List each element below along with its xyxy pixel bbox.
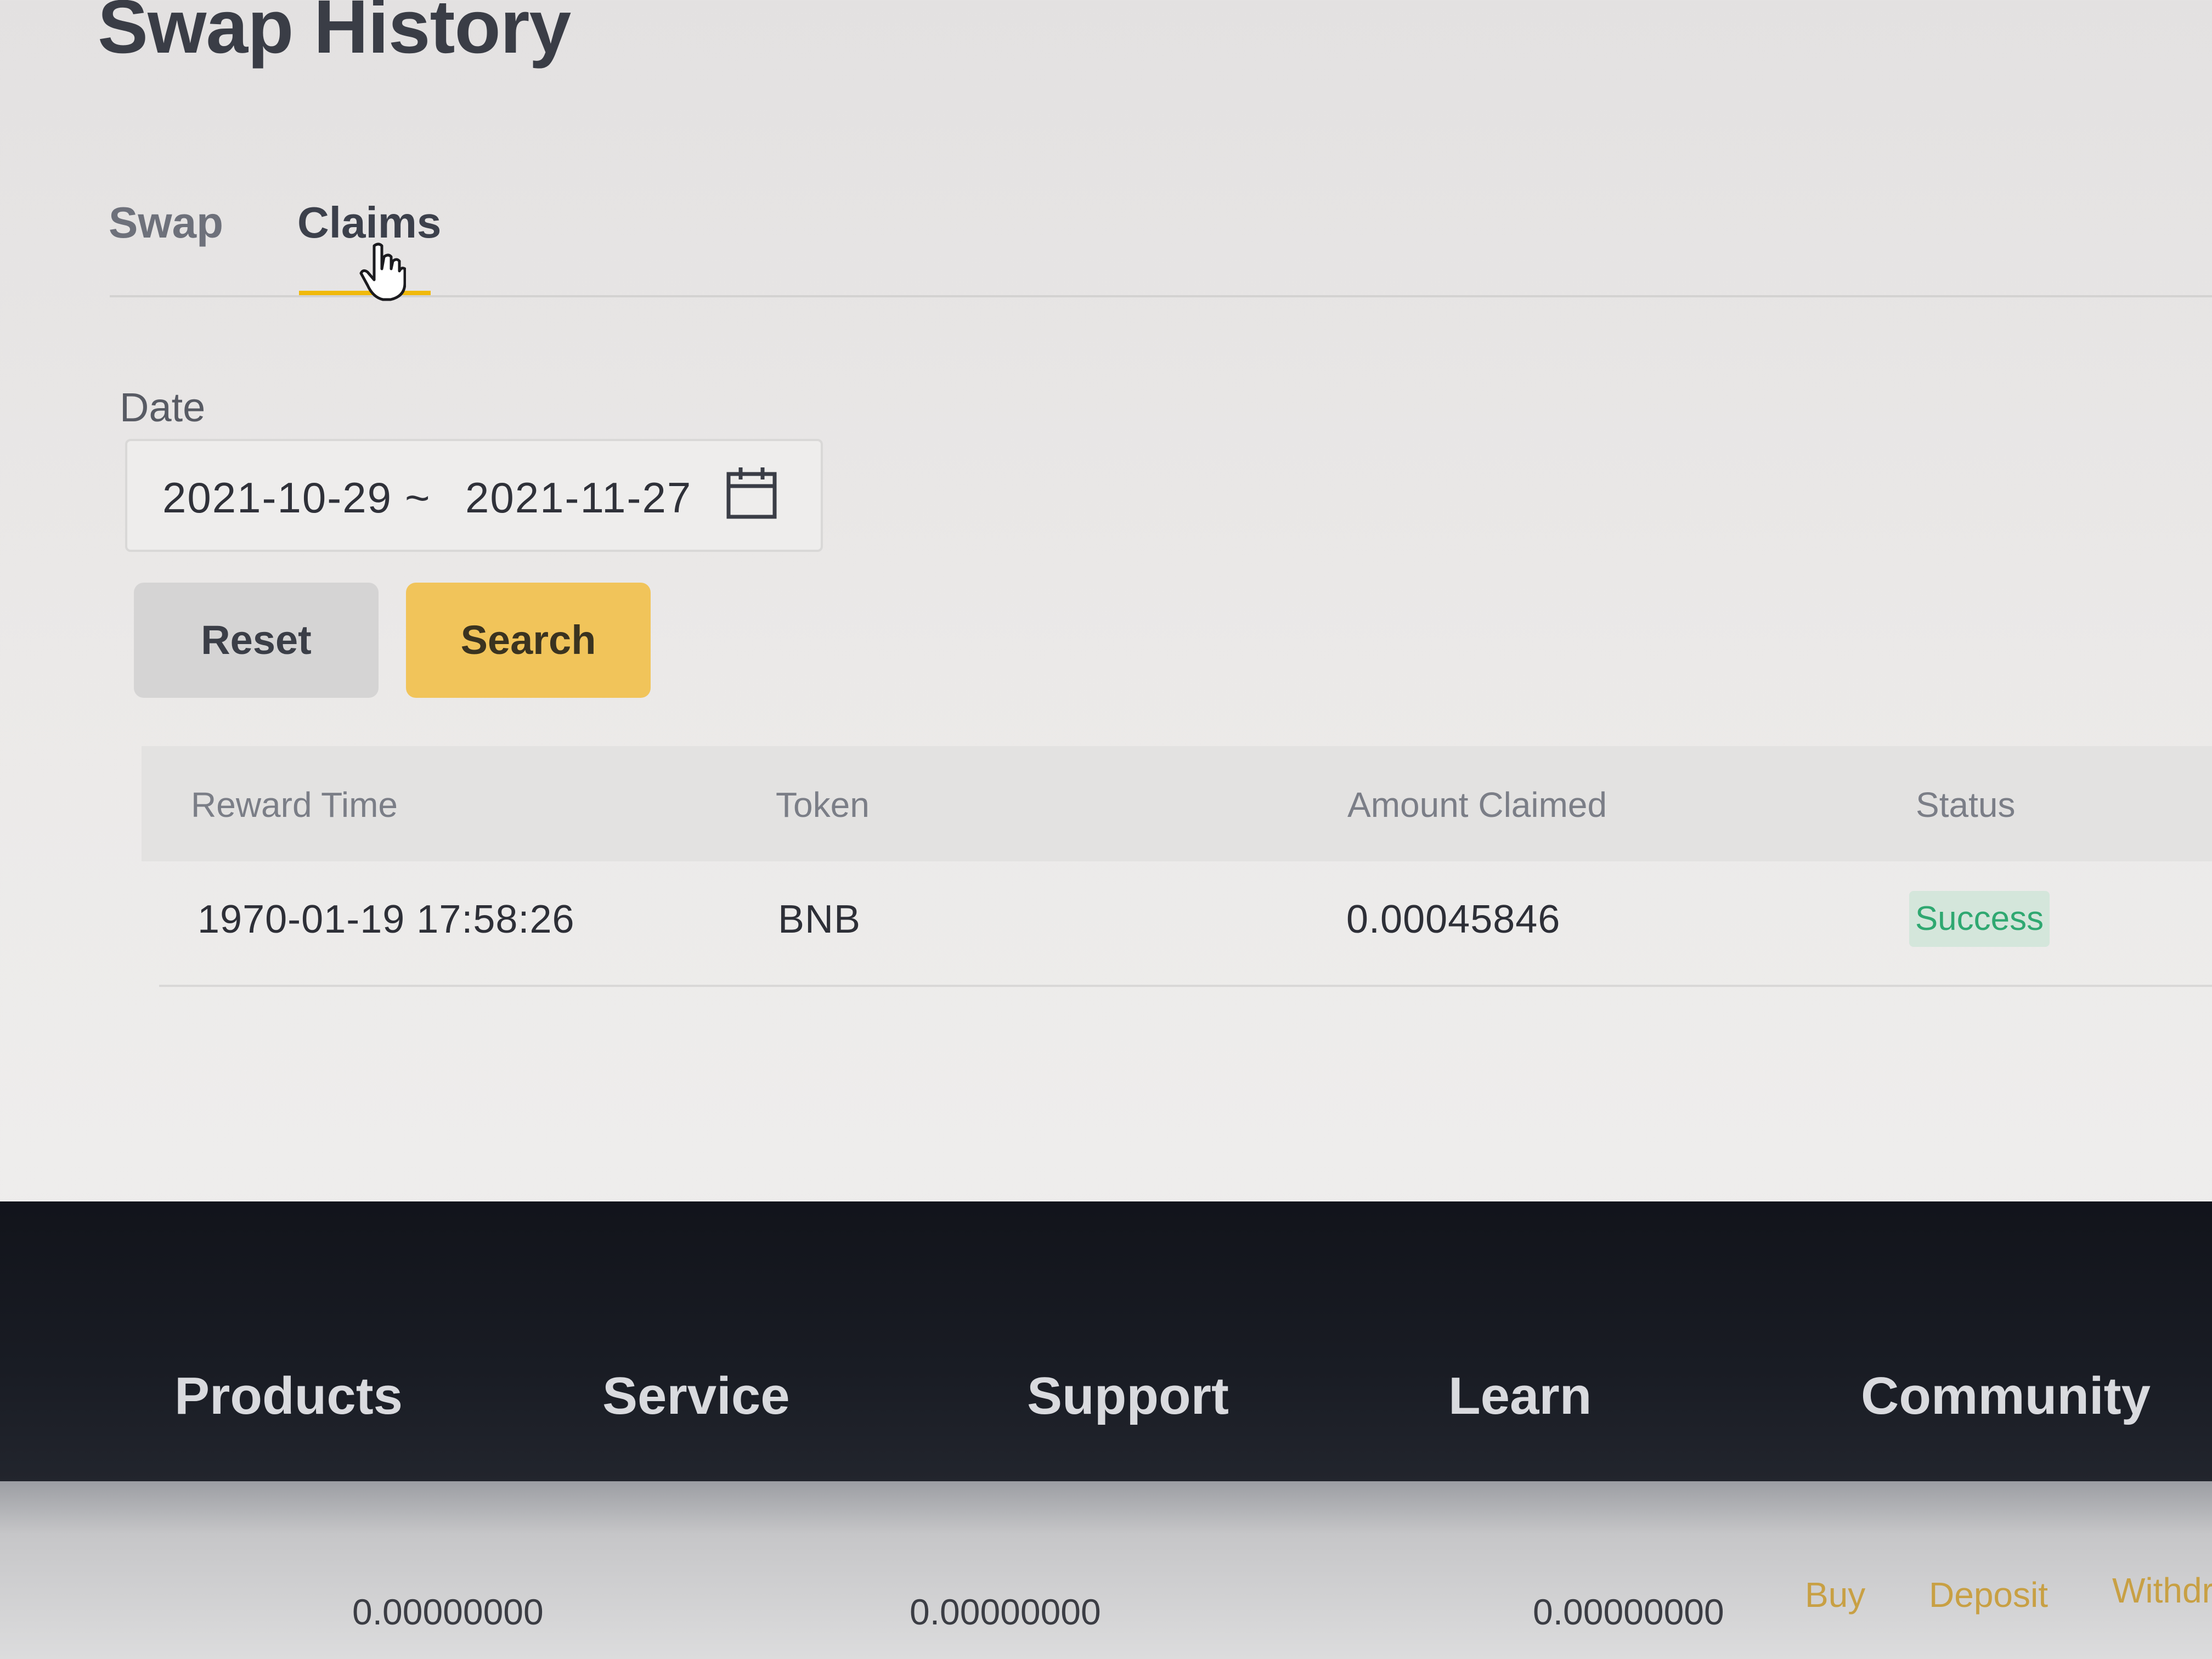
reward-time-cell: 1970-01-19 17:58:26 — [198, 898, 575, 941]
start-date[interactable]: 2021-10-29 — [162, 473, 392, 523]
status-badge: Success — [1909, 891, 2050, 947]
footer-link-support[interactable]: Support — [1027, 1366, 1229, 1426]
balance-value: 0.00000000 — [352, 1592, 544, 1632]
calendar-icon[interactable] — [724, 466, 779, 521]
table-row-divider — [159, 985, 2212, 987]
balance-value: 0.00000000 — [910, 1592, 1101, 1632]
balance-value: 0.00000000 — [1533, 1592, 1724, 1632]
reset-button[interactable]: Reset — [134, 583, 379, 698]
date-separator: ~ — [405, 473, 430, 522]
wallet-balance-row — [0, 1481, 2212, 1659]
footer-nav — [0, 1201, 2212, 1481]
deposit-link[interactable]: Deposit — [1929, 1575, 2048, 1615]
amount-claimed-cell: 0.00045846 — [1346, 898, 1561, 941]
buy-link[interactable]: Buy — [1805, 1575, 1865, 1615]
column-header-status: Status — [1916, 785, 2016, 825]
page-title: Swap History — [98, 0, 571, 69]
column-header-reward-time: Reward Time — [191, 785, 398, 825]
token-cell: BNB — [778, 898, 861, 941]
hand-cursor-icon — [359, 242, 406, 301]
date-label: Date — [120, 385, 206, 430]
end-date[interactable]: 2021-11-27 — [465, 473, 692, 523]
table-header — [142, 746, 2212, 861]
tabs-divider — [110, 295, 2212, 297]
column-header-amount-claimed: Amount Claimed — [1347, 785, 1607, 825]
column-header-token: Token — [776, 785, 870, 825]
withdraw-link[interactable]: Withdr — [2112, 1570, 2212, 1611]
search-button[interactable]: Search — [406, 583, 651, 698]
footer-link-products[interactable]: Products — [174, 1366, 403, 1426]
footer-link-learn[interactable]: Learn — [1448, 1366, 1592, 1426]
footer-link-service[interactable]: Service — [602, 1366, 790, 1426]
footer-link-community[interactable]: Community — [1861, 1366, 2151, 1426]
tab-claims[interactable]: Claims — [297, 198, 441, 248]
tab-swap[interactable]: Swap — [109, 198, 223, 248]
